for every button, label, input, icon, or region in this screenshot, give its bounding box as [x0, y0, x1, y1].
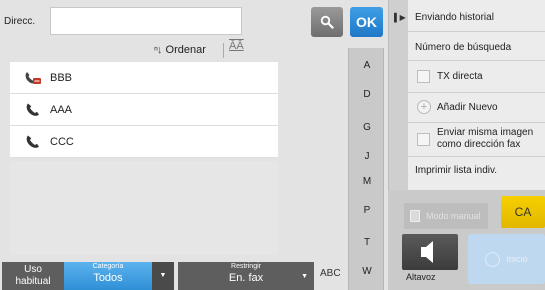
task-search-number[interactable]: Número de búsqueda: [408, 32, 545, 61]
collapse-arrow-icon: ▌▶: [394, 13, 406, 22]
action-area: Modo manual CA Altavoz Inicio: [388, 190, 545, 290]
speaker-label: Altavoz: [406, 272, 436, 282]
index-letter-a[interactable]: A: [349, 60, 385, 71]
ok-button[interactable]: OK: [350, 7, 383, 37]
phone-icon: [24, 134, 42, 150]
task-sending-history[interactable]: Enviando historial: [408, 0, 545, 32]
index-letter-m[interactable]: M: [349, 176, 385, 187]
restrict-value: En. fax: [228, 272, 264, 284]
manual-mode-label: Modo manual: [426, 211, 481, 221]
plus-icon: +: [417, 100, 431, 114]
phonetic-sort-button[interactable]: ĀĀ: [229, 40, 244, 52]
category-caption: Categoría: [92, 263, 124, 270]
task-label: TX directa: [437, 71, 483, 82]
contact-name: BBB: [50, 71, 73, 84]
sort-button[interactable]: ⁿ↓ Ordenar: [154, 40, 206, 60]
contact-name: CCC: [50, 135, 74, 148]
search-icon: [320, 15, 334, 29]
address-input[interactable]: [50, 7, 242, 35]
checkbox[interactable]: [417, 70, 430, 83]
triangle-down-icon: ▼: [159, 272, 167, 279]
toolbar-divider: [223, 43, 224, 58]
index-letter-j[interactable]: J: [349, 151, 385, 162]
manual-mode-button[interactable]: Modo manual: [404, 203, 488, 229]
alphabet-index: A D G J M P T W: [348, 48, 384, 290]
category-button[interactable]: Categoría Todos: [64, 262, 152, 290]
start-button[interactable]: Inicio: [468, 234, 545, 284]
task-label: Imprimir lista indiv.: [415, 165, 498, 176]
fax-group-icon: [24, 70, 42, 86]
category-value: Todos: [93, 272, 123, 284]
phone-icon: [24, 102, 42, 118]
task-label-1: Enviar misma imagen: [437, 127, 534, 138]
index-letter-g[interactable]: G: [349, 122, 385, 133]
start-icon: [485, 251, 501, 267]
task-print-list[interactable]: Imprimir lista indiv.: [408, 157, 545, 186]
list-item[interactable]: BBB: [10, 62, 278, 94]
list-item[interactable]: AAA: [10, 94, 278, 126]
frequent-use-button[interactable]: Uso habitual: [2, 262, 64, 290]
task-label: Enviando historial: [415, 12, 494, 23]
start-label: Inicio: [506, 254, 528, 264]
bottom-bar: Uso habitual Categoría Todos ▼ Restringi…: [0, 262, 348, 290]
index-letter-w[interactable]: W: [349, 266, 385, 277]
sort-az-icon: ⁿ↓: [154, 44, 162, 56]
task-panel: Enviando historial Número de búsqueda TX…: [408, 0, 545, 190]
restrict-caption: Restringir: [231, 263, 261, 270]
index-letter-p[interactable]: P: [349, 205, 385, 216]
search-button[interactable]: [311, 7, 343, 37]
task-label: Añadir Nuevo: [437, 102, 498, 113]
document-icon: [410, 210, 420, 222]
frequent-use-label-1: Uso: [24, 264, 42, 275]
index-letter-t[interactable]: T: [349, 237, 385, 248]
list-item[interactable]: CCC: [10, 126, 278, 158]
right-panel: ▌▶ Enviando historial Número de búsqueda…: [388, 0, 545, 290]
task-send-same-image[interactable]: Enviar misma imagen como dirección fax: [408, 123, 545, 157]
address-label: Direcc.: [4, 16, 36, 27]
address-book-main: Direcc. OK ⁿ↓ Ordenar ĀĀ BBB AAA CCC A D…: [0, 0, 388, 290]
frequent-use-label-2: habitual: [15, 276, 51, 287]
abc-tab[interactable]: ABC: [320, 268, 341, 279]
speaker-button[interactable]: [402, 234, 458, 270]
list-empty-area: [10, 161, 278, 255]
index-letter-d[interactable]: D: [349, 89, 385, 100]
task-label-2: como dirección fax: [437, 139, 521, 150]
restrict-button[interactable]: Restringir En. fax ▼: [178, 262, 314, 290]
task-add-new[interactable]: + Añadir Nuevo: [408, 93, 545, 123]
task-direct-tx[interactable]: TX directa: [408, 61, 545, 93]
contact-list: BBB AAA CCC: [10, 62, 278, 158]
sort-label: Ordenar: [165, 44, 206, 56]
task-panel-toggle[interactable]: ▌▶: [388, 0, 408, 190]
checkbox[interactable]: [417, 133, 430, 146]
speaker-icon: [421, 241, 433, 263]
task-label: Número de búsqueda: [415, 42, 512, 53]
category-dropdown-button[interactable]: ▼: [152, 262, 174, 290]
triangle-down-icon: ▼: [301, 273, 308, 280]
ca-button[interactable]: CA: [501, 196, 545, 228]
contact-name: AAA: [50, 103, 73, 116]
